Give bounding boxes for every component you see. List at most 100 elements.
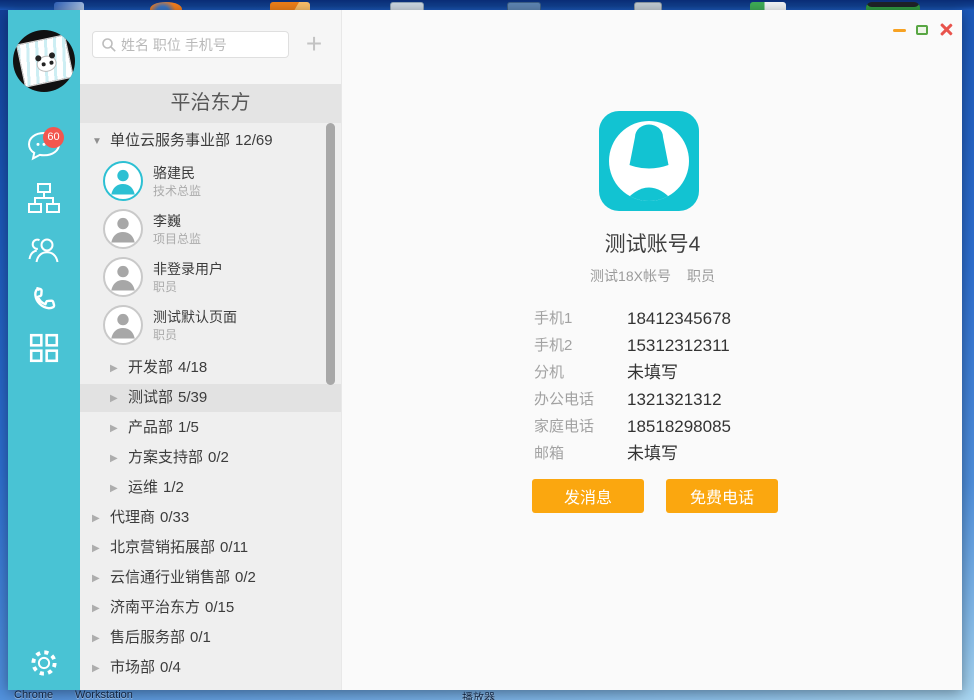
tree-item-dept[interactable]: ▶开发部4/18 bbox=[80, 354, 341, 382]
dept-count: 0/15 bbox=[205, 599, 234, 616]
contacts-icon[interactable] bbox=[8, 234, 80, 269]
close-icon[interactable] bbox=[938, 22, 953, 37]
user-avatar[interactable] bbox=[13, 30, 75, 92]
org-chart-icon[interactable] bbox=[8, 181, 80, 220]
dept-label: 北京营销拓展部 bbox=[110, 539, 215, 556]
desktop-icon-fragment bbox=[866, 2, 920, 10]
dept-count: 1/5 bbox=[178, 419, 199, 436]
apps-grid-icon[interactable] bbox=[8, 332, 80, 369]
tree-item-dept[interactable]: ▶方案支持部0/2 bbox=[80, 444, 341, 472]
chevron-right-icon: ▶ bbox=[110, 445, 128, 473]
settings-gear-icon[interactable] bbox=[8, 647, 80, 684]
maximize-button[interactable] bbox=[916, 25, 928, 35]
desktop-icon-fragment bbox=[270, 2, 310, 10]
scrollbar-thumb[interactable] bbox=[326, 123, 335, 385]
contact-row[interactable]: 骆建民 技术总监 bbox=[80, 158, 341, 206]
tree-root-department[interactable]: ▼单位云服务事业部 12/69 bbox=[80, 127, 341, 155]
tree-item-dept-selected[interactable]: ▶测试部5/39 bbox=[80, 384, 341, 412]
sidebar: 60 bbox=[8, 10, 80, 690]
desktop-icon-fragment bbox=[750, 2, 786, 10]
search-box bbox=[92, 31, 289, 58]
panda-photo bbox=[16, 34, 74, 87]
chevron-right-icon: ▶ bbox=[92, 565, 110, 593]
contact-name: 非登录用户 bbox=[153, 259, 223, 279]
dept-count: 0/33 bbox=[160, 509, 189, 526]
chevron-down-icon: ▼ bbox=[92, 128, 110, 156]
chevron-right-icon: ▶ bbox=[92, 655, 110, 683]
dept-label: 运维 bbox=[128, 479, 158, 496]
desktop-icon-labels: Chrome Workstation 播放器 bbox=[0, 689, 974, 700]
chevron-right-icon: ▶ bbox=[110, 475, 128, 503]
dept-label: 售后服务部 bbox=[110, 629, 185, 646]
dept-label: 市场部 bbox=[110, 659, 155, 676]
panda-eyes bbox=[41, 62, 46, 67]
tree-item-dept[interactable]: ▶产品部1/5 bbox=[80, 414, 341, 442]
free-call-button[interactable]: 免费电话 bbox=[666, 479, 778, 513]
tree-item-dept[interactable]: ▶云信通行业销售部 0/2 bbox=[80, 564, 341, 592]
desktop-icon-label[interactable]: Chrome bbox=[14, 689, 53, 700]
phone-icon[interactable] bbox=[8, 284, 80, 321]
tree-item-dept[interactable]: ▶北京营销拓展部0/11 bbox=[80, 534, 341, 562]
desktop-icon-fragment bbox=[507, 2, 541, 10]
field-value: 18518298085 bbox=[627, 413, 731, 440]
field-label: 手机2 bbox=[534, 332, 572, 359]
desktop-icon-label[interactable]: Workstation bbox=[75, 689, 133, 700]
tree-item-dept[interactable]: ▶售后服务部0/1 bbox=[80, 624, 341, 652]
tree-item-dept[interactable]: ▶市场部 0/4 bbox=[80, 654, 341, 682]
send-message-button[interactable]: 发消息 bbox=[532, 479, 644, 513]
dept-count: 0/2 bbox=[235, 569, 256, 586]
field-row: 手机1 18412345678 bbox=[342, 305, 963, 332]
chevron-right-icon: ▶ bbox=[110, 415, 128, 443]
minimize-button[interactable] bbox=[893, 29, 906, 32]
field-row: 邮箱 未填写 bbox=[342, 440, 963, 467]
search-input[interactable] bbox=[121, 33, 283, 56]
chevron-right-icon: ▶ bbox=[92, 505, 110, 533]
chevron-right-icon: ▶ bbox=[92, 625, 110, 653]
field-row: 手机2 15312312311 bbox=[342, 332, 963, 359]
account-type: 测试18X帐号 bbox=[590, 268, 671, 284]
search-area: + bbox=[80, 10, 341, 84]
field-label: 手机1 bbox=[534, 305, 572, 332]
field-value: 18412345678 bbox=[627, 305, 731, 332]
search-icon bbox=[101, 37, 117, 53]
desktop: 60 bbox=[0, 0, 974, 700]
field-value: 未填写 bbox=[627, 359, 678, 386]
dept-count: 12/69 bbox=[235, 132, 273, 149]
profile-name: 测试账号4 bbox=[342, 228, 963, 258]
contact-name: 李巍 bbox=[153, 211, 181, 231]
dept-count: 0/4 bbox=[160, 659, 181, 676]
dept-label: 单位云服务事业部 bbox=[110, 132, 230, 149]
dept-count: 4/18 bbox=[178, 359, 207, 376]
contact-avatar bbox=[103, 209, 143, 249]
desktop-icon-fragment bbox=[150, 2, 182, 10]
desktop-icons-strip bbox=[0, 0, 974, 10]
tree-item-dept[interactable]: ▶运维1/2 bbox=[80, 474, 341, 502]
panda-face bbox=[35, 54, 58, 74]
dept-label: 云信通行业销售部 bbox=[110, 569, 230, 586]
contact-row[interactable]: 非登录用户 职员 bbox=[80, 254, 341, 302]
contact-avatar bbox=[103, 305, 143, 345]
field-value: 未填写 bbox=[627, 440, 678, 467]
unread-count-badge: 60 bbox=[43, 127, 64, 148]
field-row: 办公电话 1321321312 bbox=[342, 386, 963, 413]
company-name-header: 平治东方 bbox=[80, 84, 341, 123]
field-value: 15312312311 bbox=[627, 332, 730, 359]
chevron-right-icon: ▶ bbox=[92, 595, 110, 623]
profile-avatar bbox=[599, 111, 699, 211]
field-label: 邮箱 bbox=[534, 440, 564, 467]
contact-name: 测试默认页面 bbox=[153, 307, 237, 327]
contacts-panel: + 平治东方 ▼单位云服务事业部12/69 骆建民 技术总监 李巍 项目总 bbox=[80, 10, 341, 690]
tree-item-dept[interactable]: ▶济南平治东方0/15 bbox=[80, 594, 341, 622]
tree-item-dept[interactable]: ▶代理商0/33 bbox=[80, 504, 341, 532]
dept-label: 测试部 bbox=[128, 389, 173, 406]
add-contact-button[interactable]: + bbox=[298, 30, 330, 60]
profile-subtitle: 测试18X帐号职员 bbox=[342, 266, 963, 286]
desktop-icon-label[interactable]: 播放器 bbox=[462, 689, 495, 700]
contact-row[interactable]: 李巍 项目总监 bbox=[80, 206, 341, 254]
desktop-icon-fragment bbox=[390, 2, 424, 10]
contact-avatar-online bbox=[103, 161, 143, 201]
desktop-icon-fragment bbox=[634, 2, 662, 10]
field-row: 分机 未填写 bbox=[342, 359, 963, 386]
contact-row[interactable]: 测试默认页面 职员 bbox=[80, 302, 341, 350]
role-label: 职员 bbox=[687, 268, 715, 284]
